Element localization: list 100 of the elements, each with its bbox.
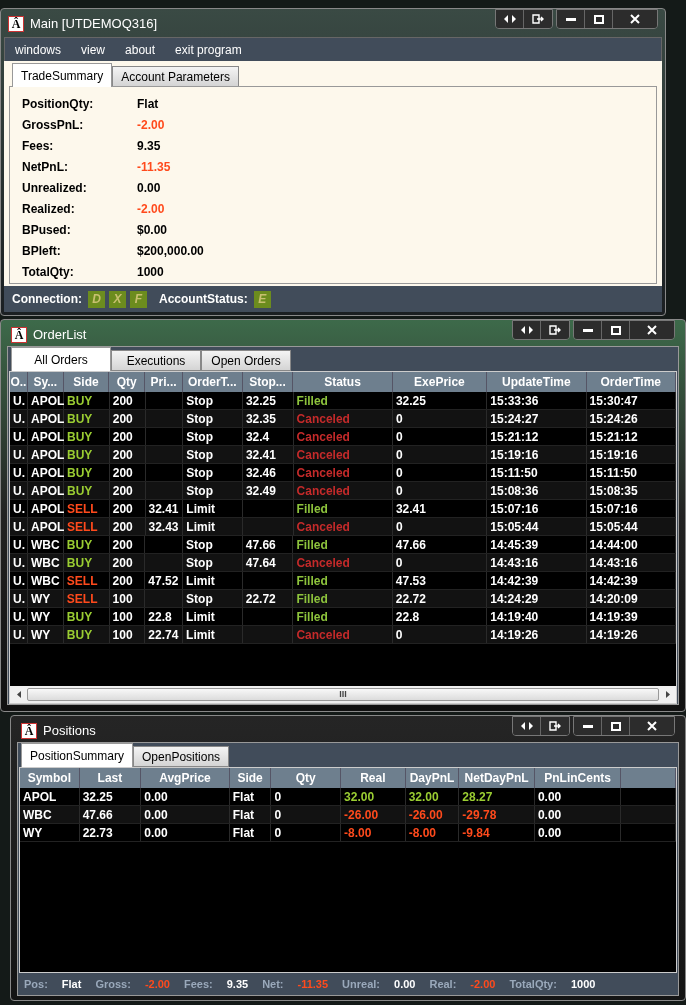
menu-item[interactable]: about: [115, 40, 166, 59]
tab[interactable]: PositionSummary: [21, 743, 134, 767]
table-cell-text: 32.25: [395, 392, 426, 410]
table-cell-text: Stop: [186, 428, 213, 446]
table-cell-text: U.: [13, 518, 25, 536]
tab[interactable]: Open Orders: [201, 350, 291, 371]
status-value: 1000: [570, 976, 596, 992]
close-button[interactable]: [613, 10, 657, 28]
close-icon: [630, 14, 640, 24]
table-cell-text: 200: [112, 446, 133, 464]
table-cell-text: SELL: [67, 500, 98, 518]
field-label: Fees:: [22, 137, 55, 155]
table-cell-text: 100: [112, 590, 133, 608]
table-cell-text: 14:44:00: [589, 536, 638, 554]
tab[interactable]: All Orders: [11, 347, 111, 371]
exit-box-icon: [549, 721, 561, 731]
detach-button[interactable]: [541, 321, 569, 339]
minimize-button[interactable]: [574, 321, 602, 339]
table-cell-text: WBC: [31, 572, 60, 590]
detach-button[interactable]: [541, 717, 569, 735]
table-cell-text: 0: [274, 824, 282, 842]
status-flag: E: [253, 290, 271, 308]
table-cell-text: 15:08:36: [490, 482, 539, 500]
minimize-button[interactable]: [557, 10, 585, 28]
table-cell-text: 200: [112, 464, 133, 482]
window-title: Main [UTDEMOQ316]: [30, 15, 158, 33]
table-cell-text: 15:30:47: [589, 392, 638, 410]
table-cell-text: Limit: [186, 518, 215, 536]
status-label: Fees:: [183, 976, 213, 992]
table-cell-text: 14:43:16: [589, 554, 638, 572]
scrollbar-thumb[interactable]: III: [27, 688, 659, 701]
table-cell-text: 200: [112, 482, 133, 500]
field-label: PositionQty:: [22, 95, 95, 113]
table-cell-text: 15:21:12: [490, 428, 539, 446]
table-cell-text: WY: [31, 590, 51, 608]
table-cell-text: WY: [31, 608, 51, 626]
tab[interactable]: OpenPositions: [133, 746, 230, 767]
table-cell-text: APOL: [31, 428, 65, 446]
close-button[interactable]: [630, 717, 674, 735]
field-label: BPused:: [22, 221, 72, 239]
swap-button[interactable]: [496, 10, 524, 28]
table-cell-text: Stop: [186, 410, 213, 428]
table-cell-text: U.: [13, 428, 25, 446]
tab[interactable]: TradeSummary: [12, 63, 113, 87]
table-cell-text: 14:19:40: [490, 608, 539, 626]
table-cell-text: 15:07:16: [589, 500, 638, 518]
maximize-button[interactable]: [602, 321, 630, 339]
table-cell-text: 14:24:29: [490, 590, 539, 608]
table-cell-text: Canceled: [296, 482, 350, 500]
table-cell-text: 200: [112, 410, 133, 428]
status-label: Unreal:: [342, 976, 380, 992]
account-status-label: AccountStatus:: [159, 291, 248, 308]
table-cell-text: Limit: [186, 626, 215, 644]
menu-item[interactable]: view: [71, 40, 116, 59]
minimize-button[interactable]: [574, 717, 602, 735]
menu-item[interactable]: exit program: [165, 40, 252, 59]
table-cell-text: U.: [13, 464, 25, 482]
maximize-button[interactable]: [585, 10, 613, 28]
table-cell-text: 22.74: [148, 626, 179, 644]
table-cell-text: Filled: [296, 572, 328, 590]
field-label: NetPnL:: [22, 158, 69, 176]
table-cell-text: 14:42:39: [490, 572, 539, 590]
table-cell-text: BUY: [67, 428, 93, 446]
table-cell-text: BUY: [67, 482, 93, 500]
minimize-icon: [582, 724, 593, 728]
table-cell-text: 32.46: [245, 464, 276, 482]
close-button[interactable]: [630, 321, 674, 339]
maximize-button[interactable]: [602, 717, 630, 735]
table-cell-text: WBC: [31, 536, 60, 554]
field-value: 1000: [137, 263, 164, 281]
table-cell-text: WY: [31, 626, 51, 644]
tab[interactable]: Executions: [111, 350, 201, 371]
table-cell-text: Stop: [186, 536, 213, 554]
status-flag: D: [88, 290, 105, 308]
table-cell-text: WBC: [31, 554, 60, 572]
table-cell-text: 0: [274, 788, 282, 806]
swap-button[interactable]: [513, 321, 541, 339]
table-cell-text: Filled: [296, 500, 328, 518]
table-cell-text: Filled: [296, 608, 328, 626]
table-cell-text: U.: [13, 536, 25, 554]
table-cell-text: 15:05:44: [490, 518, 539, 536]
table-cell-text: 0.00: [144, 824, 168, 842]
table-cell-text: 32.25: [82, 788, 113, 806]
status-label: Net:: [262, 976, 284, 992]
tab[interactable]: Account Parameters: [112, 66, 239, 87]
menu-item[interactable]: windows: [5, 40, 72, 59]
status-flag: F: [130, 290, 147, 308]
swap-button[interactable]: [513, 717, 541, 735]
table-cell-text: U.: [13, 446, 25, 464]
field-value: -2.00: [137, 200, 165, 218]
table-cell-text: Canceled: [296, 626, 350, 644]
left-arrow-icon: [16, 691, 21, 698]
table-cell-text: 15:19:16: [490, 446, 539, 464]
table-cell-text: U.: [13, 590, 25, 608]
table-cell-text: -8.00: [344, 824, 372, 842]
window-title: Positions: [43, 722, 96, 740]
field-value: 9.35: [137, 137, 161, 155]
table-cell-text: 47.53: [395, 572, 426, 590]
table-cell-text: 15:33:36: [490, 392, 539, 410]
detach-button[interactable]: [524, 10, 552, 28]
